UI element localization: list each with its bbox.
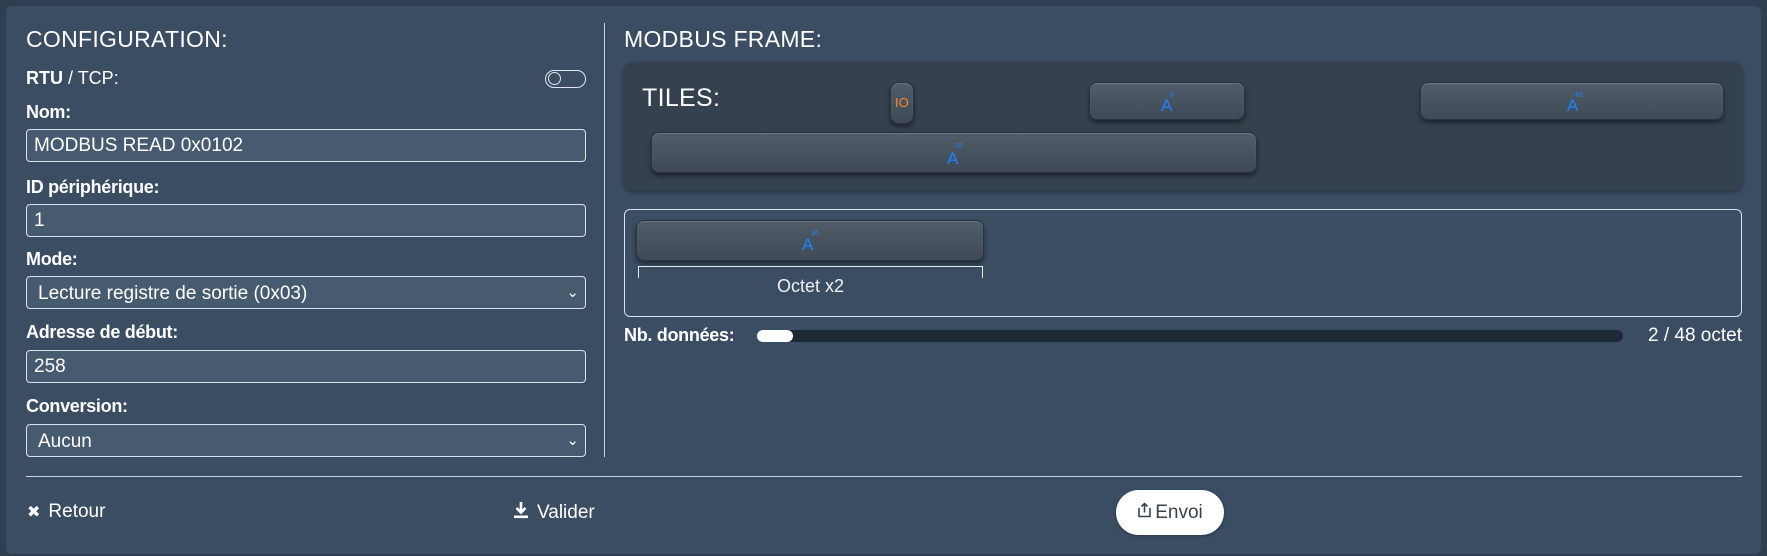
frame-slot-a16-label: A [802,235,814,254]
protocol-row: RTU / TCP: [26,68,586,94]
validate-button[interactable]: Valider [513,501,595,525]
tile-a32[interactable]: A 32 [651,132,1257,173]
frame-slot-a16[interactable]: A 16 [636,220,984,261]
tile-a8[interactable]: A 8 [1089,82,1245,120]
vertical-divider [604,23,605,457]
tile-a48-bits: 48 [1575,92,1583,99]
nb-data-progress [757,330,1623,342]
tile-a8-bits: 8 [1170,92,1174,99]
nb-data-progress-fill [757,330,794,342]
conversion-label: Conversion: [26,396,128,416]
device-id-input[interactable]: 1 [26,204,586,237]
start-address-input[interactable]: 258 [26,350,586,383]
name-input[interactable]: MODBUS READ 0x0102 [26,129,586,162]
send-button[interactable]: Envoi [1116,490,1224,535]
configuration-title: CONFIGURATION: [26,26,228,52]
validate-label: Valider [537,502,595,523]
frame-slot-a16-bits: 16 [811,230,819,237]
back-button[interactable]: ✖ Retour [27,501,105,523]
nb-data-row: Nb. données: 2 / 48 octet [624,325,1742,349]
tile-a8-label: A [1161,96,1173,115]
modbus-frame-section: MODBUS FRAME: [624,20,1742,58]
download-icon [513,501,529,525]
chevron-down-icon: ⌄ [566,284,579,301]
mode-selected-value: Lecture registre de sortie (0x03) [38,283,308,304]
tile-a48[interactable]: A 48 [1420,82,1724,120]
modbus-frame-title: MODBUS FRAME: [624,26,823,52]
slot-caption: Octet x2 [776,276,845,296]
name-label: Nom: [26,102,71,122]
nb-data-count: 2 / 48 octet [1647,325,1742,346]
tiles-label: TILES: [642,84,721,112]
toggle-knob [548,72,561,85]
protocol-tcp-label: TCP: [77,68,119,88]
frame-drop-zone[interactable]: A 16 Octet x2 [624,209,1742,317]
tile-a32-bits: 32 [955,143,963,150]
protocol-toggle[interactable] [545,70,586,88]
tile-io-label: IO [895,95,909,110]
conversion-selected-value: Aucun [38,431,92,452]
tile-a32-label: A [947,149,959,168]
send-label: Envoi [1155,501,1203,523]
protocol-separator: / [63,68,78,88]
close-icon: ✖ [27,504,41,521]
configuration-section: CONFIGURATION: RTU / TCP: Nom: MODBUS RE… [26,20,586,457]
mode-label: Mode: [26,249,78,269]
tiles-palette: TILES: IO A 8 A 48 A 32 [624,62,1742,190]
horizontal-divider [26,476,1742,477]
back-label: Retour [48,501,106,522]
protocol-rtu-label: RTU [26,68,63,88]
tile-a48-label: A [1567,96,1579,115]
start-address-label: Adresse de début: [26,322,178,342]
mode-select[interactable]: Lecture registre de sortie (0x03) ⌄ [26,276,586,309]
tile-io[interactable]: IO [890,82,914,124]
conversion-select[interactable]: Aucun ⌄ [26,424,586,457]
upload-icon [1137,501,1152,524]
chevron-down-icon: ⌄ [566,432,579,449]
nb-data-label: Nb. données: [624,325,735,345]
device-id-label: ID périphérique: [26,177,160,197]
